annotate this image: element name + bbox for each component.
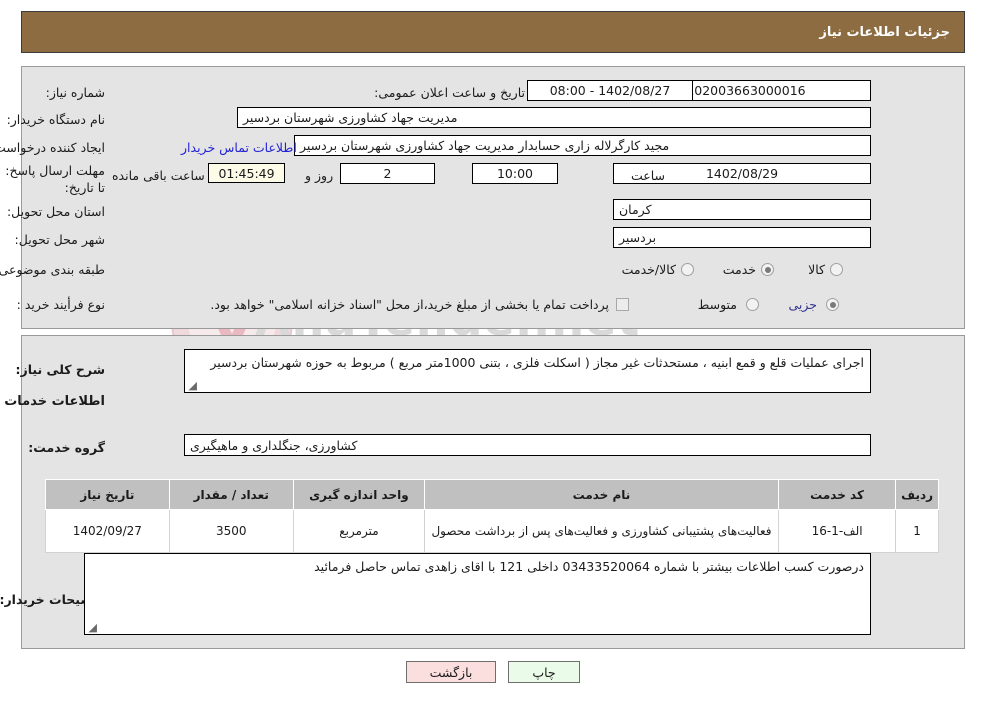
description-textarea[interactable]: اجرای عملیات قلع و قمع ابنیه ، مستحدثات …: [184, 349, 871, 393]
radio-category-kala-label: کالا: [808, 262, 825, 277]
requester-value: مجید کارگرلاله زاری حسابدار مدیریت جهاد …: [294, 135, 871, 156]
deadline-hour-value: 10:00: [472, 163, 558, 184]
buyer-notes-value: درصورت کسب اطلاعات بیشتر با شماره 034335…: [314, 559, 864, 574]
print-button[interactable]: چاپ: [508, 661, 580, 683]
description-value: اجرای عملیات قلع و قمع ابنیه ، مستحدثات …: [210, 355, 864, 370]
service-group-label: گروه خدمت:: [28, 440, 105, 455]
th-name: نام خدمت: [424, 479, 779, 510]
th-code: کد خدمت: [777, 479, 897, 510]
province-label: استان محل تحویل:: [6, 204, 105, 219]
page-root: AnaTender.net جزئیات اطلاعات نیاز شماره …: [0, 0, 985, 703]
services-table: ردیف کد خدمت نام خدمت واحد اندازه گیری ت…: [45, 479, 939, 553]
radio-category-kala[interactable]: [830, 263, 843, 276]
buyer-contact-link[interactable]: اطلاعات تماس خریدار: [181, 140, 297, 155]
buyer-org-value: مدیریت جهاد کشاورزی شهرستان بردسیر: [237, 107, 871, 128]
buyer-notes-textarea[interactable]: درصورت کسب اطلاعات بیشتر با شماره 034335…: [84, 553, 871, 635]
cell-date: 1402/09/27: [45, 509, 170, 553]
remaining-days-value: 2: [340, 163, 435, 184]
purchase-type-label: نوع فرأیند خرید :: [16, 297, 105, 312]
resize-grip-icon-2[interactable]: ◢: [88, 622, 97, 633]
cell-name: فعالیت‌های پشتیبانی کشاورزی و فعالیت‌های…: [424, 509, 779, 553]
deadline-hour-label: ساعت: [630, 168, 665, 183]
radio-category-kala-khedmat-label: کالا/خدمت: [621, 262, 676, 277]
page-title-bar: جزئیات اطلاعات نیاز: [21, 11, 965, 53]
city-value: بردسیر: [613, 227, 871, 248]
description-label: شرح کلی نیاز:: [15, 362, 105, 377]
radio-category-kala-khedmat[interactable]: [681, 263, 694, 276]
table-header-row: ردیف کد خدمت نام خدمت واحد اندازه گیری ت…: [45, 479, 939, 510]
announce-datetime-value: 1402/08/27 - 08:00: [527, 80, 693, 101]
category-label: طبقه بندی موضوعی:: [0, 262, 105, 277]
th-radif: ردیف: [895, 479, 939, 510]
cell-unit: مترمربع: [292, 509, 426, 553]
cell-qty: 3500: [168, 509, 294, 553]
checkbox-islamic-treasury[interactable]: [616, 298, 629, 311]
th-qty: تعداد / مقدار: [168, 479, 294, 510]
buyer-org-label: نام دستگاه خریدار:: [6, 112, 105, 127]
remaining-time-label: ساعت باقی مانده: [112, 168, 205, 183]
radio-category-khedmat-label: خدمت: [722, 262, 756, 277]
page-title: جزئیات اطلاعات نیاز: [819, 24, 950, 40]
th-unit: واحد اندازه گیری: [292, 479, 426, 510]
checkbox-islamic-treasury-label: پرداخت تمام یا بخشی از مبلغ خرید،از محل …: [210, 297, 609, 312]
table-row: 1 الف-1-16 فعالیت‌های پشتیبانی کشاورزی و…: [45, 509, 939, 553]
th-date: تاریخ نیاز: [45, 479, 170, 510]
radio-purchase-motevaset-label: متوسط: [697, 297, 737, 312]
service-group-value: کشاورزی، جنگلداری و ماهیگیری: [184, 434, 871, 456]
radio-purchase-jozei-label: جزیی: [788, 297, 817, 312]
radio-category-khedmat[interactable]: [761, 263, 774, 276]
need-number-label: شماره نیاز:: [45, 85, 105, 100]
requester-label: ایجاد کننده درخواست:: [0, 140, 105, 155]
cell-code: الف-1-16: [777, 509, 897, 553]
cell-radif: 1: [895, 509, 939, 553]
announce-datetime-label: تاریخ و ساعت اعلان عمومی:: [374, 85, 525, 100]
remaining-days-label: روز و: [305, 168, 334, 183]
need-info-panel: [21, 66, 965, 329]
resize-grip-icon[interactable]: ◢: [188, 380, 197, 391]
countdown-timer: 01:45:49: [208, 163, 285, 183]
radio-purchase-motevaset[interactable]: [746, 298, 759, 311]
deadline-label: مهلت ارسال پاسخ: تا تاریخ:: [5, 163, 105, 195]
province-value: کرمان: [613, 199, 871, 220]
city-label: شهر محل تحویل:: [14, 232, 105, 247]
back-button[interactable]: بازگشت: [406, 661, 496, 683]
services-heading: اطلاعات خدمات مورد نیاز: [0, 394, 105, 409]
radio-purchase-jozei[interactable]: [826, 298, 839, 311]
